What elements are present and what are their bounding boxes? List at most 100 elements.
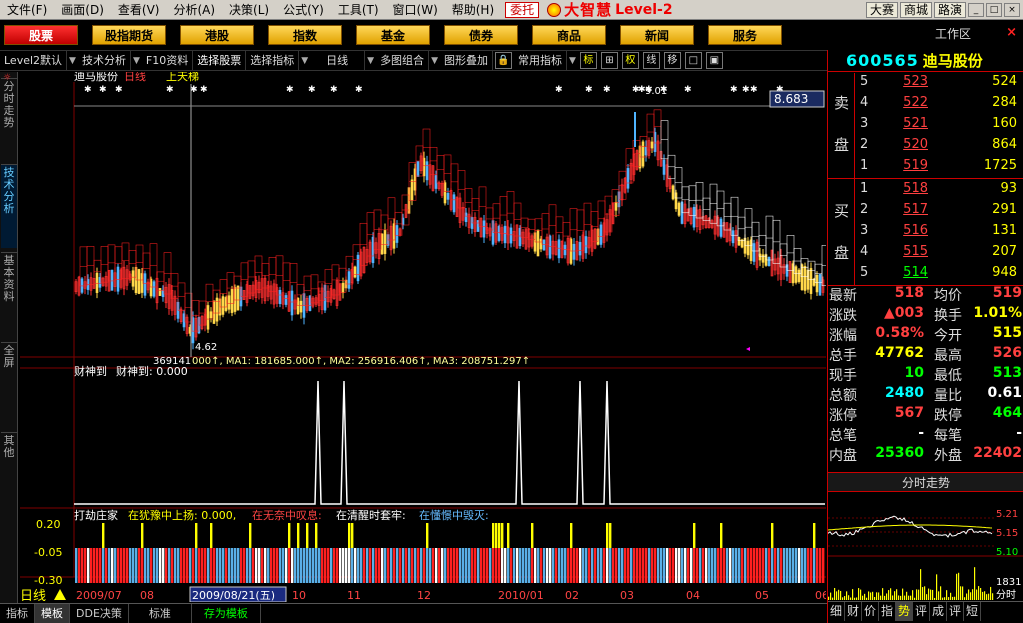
kline-chart[interactable]: ✱ ✱ ✱ ✱ ✱ ✱ ✱ ✱ ✱ ✱ ✱ ✱ ✱ ✱✱ ✱ ✱ ✱ ✱ ✱ ✱ ✱ 8.683 9.01 4.62 迪… [20,72,826,602]
vtab-tech-analysis[interactable]: 技术分析 [1,164,17,248]
rtab-review[interactable]: 评 [913,602,930,621]
buy-row[interactable]: 1 518 93 [856,181,1023,202]
btab-dde[interactable]: DDE决策 [70,604,129,623]
line-icon[interactable]: 线 [642,52,660,69]
order-price: 521 [903,116,928,131]
tb-common-indicators[interactable]: 常用指标 [514,51,567,70]
chevron-down-icon[interactable]: ▼ [429,56,440,66]
mall-button[interactable]: 商城 [899,1,932,18]
panel-icon[interactable]: ▣ [705,52,723,69]
cat-index[interactable]: 指数 [268,25,342,45]
menu-file[interactable]: 文件(F) [0,0,54,20]
svg-text:✱: ✱ [99,85,107,95]
sell-row[interactable]: 4 522 284 [856,95,1023,116]
window-icon[interactable]: □ [684,52,702,69]
vtab-other[interactable]: 其他 [1,432,17,488]
cat-bond[interactable]: 债券 [444,25,518,45]
rtab-rating[interactable]: 评 [947,602,964,621]
cat-fund[interactable]: 基金 [356,25,430,45]
vtab-intraday[interactable]: 分时走势 [1,78,17,160]
roadshow-button[interactable]: 路演 [933,1,966,18]
rtab-price[interactable]: 价 [862,602,879,621]
sell-row[interactable]: 3 521 160 [856,116,1023,137]
chevron-down-icon[interactable]: ▼ [67,56,78,66]
cat-commodity[interactable]: 商品 [532,25,606,45]
stat-key: 外盘 [934,448,962,464]
rtab-trend[interactable]: 势 [896,602,913,621]
weituo-button[interactable]: 委托 [505,1,540,18]
menu-view-screen[interactable]: 画面(D) [54,0,111,20]
grid-icon[interactable]: ⊞ [600,52,618,69]
rights-icon[interactable]: 权 [621,52,639,69]
mini-chart-title[interactable]: 分时走势 [828,472,1023,492]
lock-icon[interactable]: 🔒 [494,52,512,69]
chevron-down-icon[interactable]: ▼ [567,56,578,66]
cat-news[interactable]: 新闻 [620,25,694,45]
rtab-detail[interactable]: 细 [828,602,845,621]
menu-help[interactable]: 帮助(H) [445,0,501,20]
sell-row[interactable]: 5 523 524 [856,74,1023,95]
stat-value: 518 [894,285,924,301]
sell-row[interactable]: 2 520 864 [856,137,1023,158]
close-icon[interactable]: × [1004,2,1020,17]
move-icon[interactable]: 移 [663,52,681,69]
mark-icon[interactable]: 标 [579,52,597,69]
cat-hk-stock[interactable]: 港股 [180,25,254,45]
menu-formula[interactable]: 公式(Y) [276,0,331,20]
chevron-down-icon[interactable]: ▼ [299,56,310,66]
vtab-basic-info[interactable]: 基本资料 [1,252,17,336]
tb-period[interactable]: 日线 [310,51,366,70]
cat-service[interactable]: 服务 [708,25,782,45]
buy-row[interactable]: 3 516 131 [856,223,1023,244]
tb-layout-default[interactable]: Level2默认 [0,51,68,70]
tb-f10[interactable]: F10资料 [142,51,194,70]
tb-overlay[interactable]: 图形叠加 [440,51,493,70]
panel-close-icon[interactable]: × [1006,25,1017,40]
buy-row[interactable]: 5 514 948 [856,265,1023,286]
stat-value: - [1016,425,1022,441]
stat-key: 每笔 [934,428,962,444]
workzone-button[interactable]: 工作区 [935,25,971,42]
menu-decision[interactable]: 决策(L) [222,0,276,20]
buy-row[interactable]: 4 515 207 [856,244,1023,265]
chart-toolbar: Level2默认 ▼ 技术分析 ▼ F10资料 选择股票 选择指标 ▼ 日线 ▼… [0,50,827,71]
menu-view[interactable]: 查看(V) [111,0,167,20]
btab-indicator[interactable]: 指标 [0,604,35,623]
price-label: 8.683 [774,92,808,106]
buy-row[interactable]: 2 517 291 [856,202,1023,223]
svg-text:✱: ✱ [330,85,338,95]
quote-stat-row: 内盘 25360 外盘 22402 [828,445,1023,466]
btab-save-template[interactable]: 存为模板 [192,604,261,623]
stock-code: 600565 [846,51,919,70]
stat-value: 526 [992,345,1022,361]
mini-intraday-chart[interactable]: 5.21 5.15 5.10 1831 分时 [828,492,1023,601]
tb-select-stock[interactable]: 选择股票 [193,51,247,70]
chevron-down-icon[interactable]: ▼ [365,56,376,66]
ind2-axis-mid: -0.05 [34,546,62,559]
chevron-down-icon[interactable]: ▼ [131,56,142,66]
menu-tools[interactable]: 工具(T) [331,0,386,20]
tb-select-indicator[interactable]: 选择指标 [246,51,300,70]
volume-ma: 000↑, MA1: 181685.000↑, MA2: 256916.406↑… [192,356,530,367]
contest-button[interactable]: 大赛 [865,1,898,18]
stat-key: 今开 [934,328,962,344]
cat-index-futures[interactable]: 股指期货 [92,25,166,45]
rtab-index[interactable]: 指 [879,602,896,621]
btab-standard[interactable]: 标准 [129,604,192,623]
rtab-finance[interactable]: 财 [845,602,862,621]
order-volume: 93 [1000,181,1017,196]
rtab-short[interactable]: 短 [964,602,981,621]
rtab-deal[interactable]: 成 [930,602,947,621]
buy-side-label-top: 买 [834,202,850,220]
tb-multi-chart[interactable]: 多图组合 [376,51,430,70]
cat-stock[interactable]: 股票 [4,25,78,45]
sell-row[interactable]: 1 519 1725 [856,158,1023,179]
stat-value: 10 [904,365,924,381]
vtab-fullscreen[interactable]: 全屏 [1,342,17,398]
minimize-icon[interactable]: _ [968,2,984,17]
btab-template[interactable]: 模板 [35,604,70,623]
tb-tech-analysis[interactable]: 技术分析 [78,51,131,70]
maximize-icon[interactable]: □ [986,2,1002,17]
menu-analysis[interactable]: 分析(A) [166,0,222,20]
menu-window[interactable]: 窗口(W) [386,0,445,20]
